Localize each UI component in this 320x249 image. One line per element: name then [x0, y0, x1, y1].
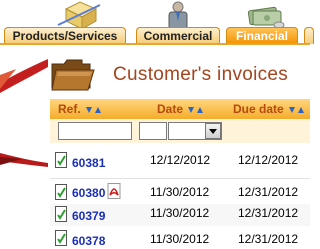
pdf-icon[interactable] — [107, 183, 121, 199]
tab-financial[interactable]: Financial — [226, 27, 298, 44]
invoice-due-date: 12/31/2012 — [238, 206, 299, 220]
chevron-down-icon — [209, 129, 217, 134]
sort-arrows-icon[interactable] — [188, 106, 204, 114]
invoice-due-date: 12/31/2012 — [238, 185, 299, 199]
row-divider — [50, 178, 310, 179]
invoice-ref-link[interactable]: 60379 — [72, 209, 105, 223]
column-header-due-date[interactable]: Due date — [233, 102, 305, 116]
main-tab-bar: Products/Services Commercial Financial — [0, 27, 314, 44]
tab-commercial[interactable]: Commercial — [136, 27, 220, 44]
table-row[interactable]: 60380 11/30/2012 12/31/2012 — [50, 183, 310, 203]
column-header-ref[interactable]: Ref. — [58, 102, 102, 116]
tab-overflow[interactable] — [304, 27, 314, 44]
table-row[interactable]: 60378 11/30/2012 12/31/2012 — [50, 228, 310, 249]
tab-products-services[interactable]: Products/Services — [4, 27, 126, 44]
invoice-date: 11/30/2012 — [150, 206, 210, 220]
box-icon[interactable] — [56, 1, 102, 29]
document-icon[interactable] — [54, 206, 68, 222]
column-header-date[interactable]: Date — [157, 102, 204, 116]
sort-arrows-icon[interactable] — [86, 106, 102, 114]
invoice-date: 11/30/2012 — [150, 232, 210, 246]
column-header-label: Due date — [233, 102, 284, 116]
invoice-ref-link[interactable]: 60381 — [72, 156, 105, 170]
column-header-label: Date — [157, 102, 184, 116]
column-header-label: Ref. — [58, 102, 81, 116]
document-icon[interactable] — [54, 152, 68, 168]
tab-label: Commercial — [143, 29, 213, 43]
invoice-due-date: 12/31/2012 — [238, 232, 299, 246]
tab-label: Financial — [235, 29, 288, 43]
invoice-due-date: 12/12/2012 — [238, 153, 299, 167]
document-icon[interactable] — [54, 184, 68, 200]
top-icon-strip — [0, 0, 310, 29]
table-row[interactable]: 60381 12/12/2012 12/12/2012 — [50, 151, 310, 173]
document-icon[interactable] — [54, 230, 68, 246]
invoice-ref-link[interactable]: 60380 — [72, 186, 105, 200]
ref-filter-input[interactable] — [58, 122, 132, 140]
folder-icon — [51, 59, 95, 91]
invoice-date: 11/30/2012 — [150, 185, 210, 199]
page-title: Customer's invoices — [113, 64, 289, 85]
sidebar-swoosh-decoration — [0, 59, 48, 167]
table-row[interactable]: 60379 11/30/2012 12/31/2012 — [50, 204, 310, 226]
sort-arrows-icon[interactable] — [289, 106, 305, 114]
invoice-ref-link[interactable]: 60378 — [72, 234, 105, 248]
filter-row — [50, 119, 310, 143]
businessman-icon[interactable] — [164, 1, 192, 29]
money-icon[interactable] — [245, 1, 285, 29]
tab-label: Products/Services — [12, 29, 118, 43]
date-filter-dropdown-button[interactable] — [205, 123, 221, 139]
table-header: Ref. Date Due date — [50, 99, 310, 119]
invoice-date: 12/12/2012 — [150, 153, 211, 167]
date-filter-input[interactable] — [139, 122, 167, 140]
